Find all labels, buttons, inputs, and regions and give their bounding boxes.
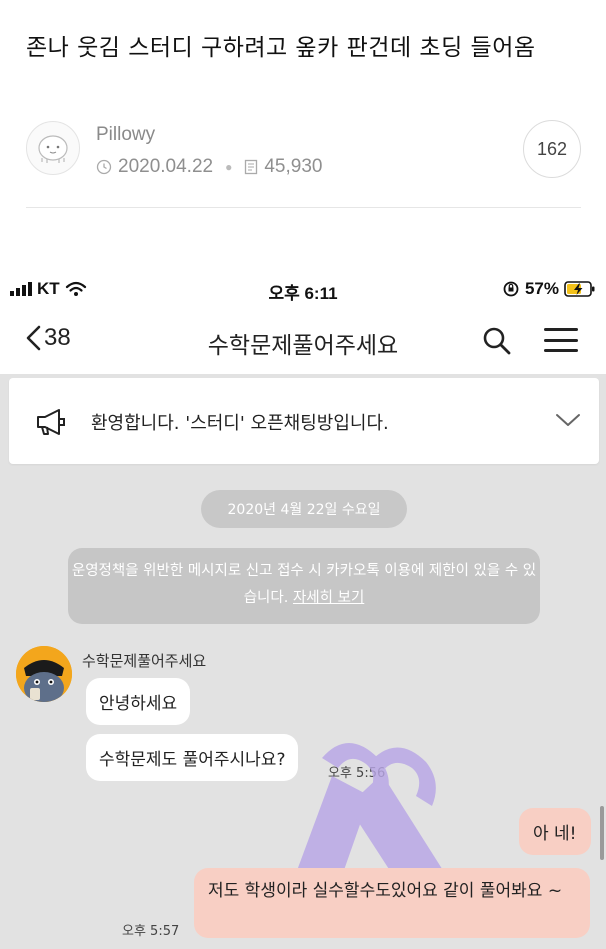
character-avatar-icon <box>16 646 72 702</box>
post-date: 2020.04.22 <box>118 156 214 177</box>
divider <box>26 207 581 208</box>
megaphone-icon <box>37 409 65 435</box>
message-time: 오후 5:57 <box>122 924 180 939</box>
author-avatar[interactable] <box>26 121 80 175</box>
sender-avatar[interactable] <box>16 646 72 702</box>
menu-icon[interactable] <box>544 328 578 352</box>
ghost-avatar-icon <box>38 135 68 163</box>
post-title: 존나 웃김 스터디 구하려고 옾카 판건데 초딩 들어옴 <box>26 35 536 61</box>
chevron-down-icon[interactable] <box>555 412 581 428</box>
message-bubble-outgoing[interactable]: 저도 학생이라 실수할수도있어요 같이 풀어봐요 ~ <box>194 868 590 938</box>
post-header: 존나 웃김 스터디 구하려고 옾카 판건데 초딩 들어옴 Pillowy 202… <box>0 0 606 272</box>
meta-separator: ● <box>225 160 233 174</box>
orientation-lock-icon <box>503 281 519 297</box>
policy-notice: 운영정책을 위반한 메시지로 신고 접수 시 카카오톡 이용에 제한이 있을 수… <box>68 548 540 624</box>
notice-banner[interactable]: 환영합니다. '스터디' 오픈채팅방입니다. <box>9 378 599 464</box>
sender-name: 수학문제풀어주세요 <box>82 652 207 670</box>
post-views: 45,930 <box>264 156 323 177</box>
notice-text: 환영합니다. '스터디' 오픈채팅방입니다. <box>91 413 389 434</box>
battery-percent: 57% <box>524 279 559 298</box>
author-name[interactable]: Pillowy <box>96 124 155 146</box>
policy-link[interactable]: 자세히 보기 <box>293 590 364 606</box>
search-icon[interactable] <box>482 326 512 356</box>
message-bubble-incoming[interactable]: 수학문제도 풀어주시나요? <box>86 734 299 781</box>
clock-icon <box>96 159 112 175</box>
chat-screenshot: KT 오후 6:11 57% 38 수학문제풀어주세요 환영합니다. '스터디'… <box>0 272 606 949</box>
chat-nav-bar: 38 수학문제풀어주세요 <box>0 306 606 374</box>
message-bubble-incoming[interactable]: 안녕하세요 <box>86 678 191 725</box>
battery-charging-icon <box>564 281 595 297</box>
battery-info: 57% <box>502 279 596 299</box>
chat-room-title: 수학문제풀어주세요 <box>207 333 399 359</box>
chat-area[interactable]: 환영합니다. '스터디' 오픈채팅방입니다. 2020년 4월 22일 수요일 … <box>0 374 606 949</box>
date-divider: 2020년 4월 22일 수요일 <box>201 490 407 528</box>
document-icon <box>245 159 258 175</box>
scrollbar[interactable] <box>600 806 604 860</box>
post-meta: 2020.04.22 ● 45,930 <box>96 156 322 178</box>
message-bubble-outgoing[interactable]: 아 네! <box>519 808 591 855</box>
comment-count-badge[interactable]: 162 <box>523 120 581 178</box>
status-bar: KT 오후 6:11 57% <box>0 272 606 306</box>
